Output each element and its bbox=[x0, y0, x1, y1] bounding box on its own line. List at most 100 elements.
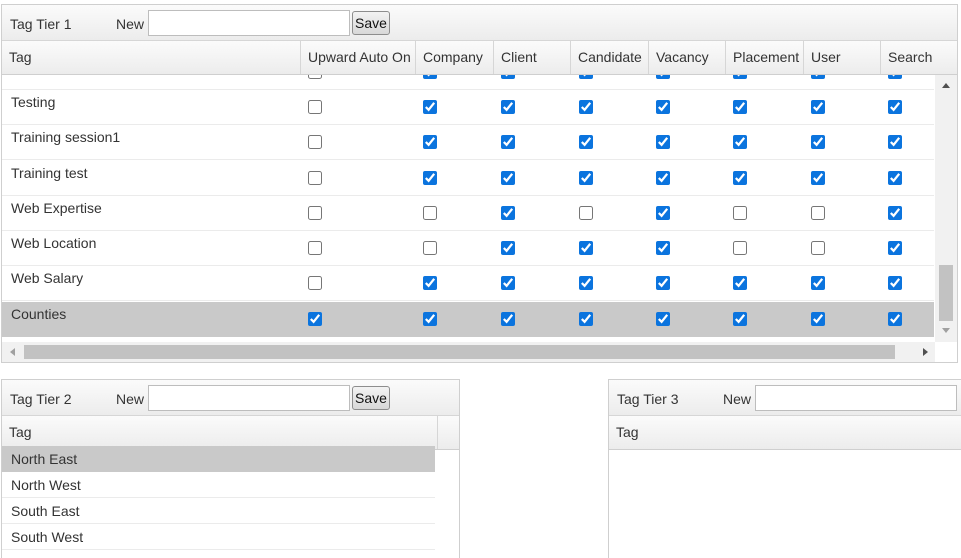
placement-checkbox[interactable] bbox=[733, 135, 747, 149]
tier3-col-header-tag[interactable]: Tag bbox=[609, 416, 961, 449]
tier1-table-row[interactable]: Training test bbox=[2, 161, 934, 196]
vacancy-checkbox[interactable] bbox=[656, 135, 670, 149]
candidate-checkbox[interactable] bbox=[579, 241, 593, 255]
company-checkbox[interactable] bbox=[423, 276, 437, 290]
tier1-table-row[interactable]: Web Location bbox=[2, 231, 934, 266]
search-checkbox[interactable] bbox=[888, 312, 902, 326]
tier1-table-row[interactable]: Test Training bbox=[2, 75, 934, 90]
company-checkbox[interactable] bbox=[423, 241, 437, 255]
upward-auto-on-checkbox[interactable] bbox=[308, 75, 322, 79]
tier1-table-row[interactable]: Testing bbox=[2, 90, 934, 125]
client-checkbox[interactable] bbox=[501, 171, 515, 185]
vacancy-checkbox[interactable] bbox=[656, 276, 670, 290]
upward-auto-on-checkbox[interactable] bbox=[308, 312, 322, 326]
vacancy-checkbox[interactable] bbox=[656, 241, 670, 255]
scroll-up-arrow-icon[interactable] bbox=[942, 83, 950, 88]
tier1-new-input[interactable] bbox=[148, 10, 350, 36]
user-checkbox[interactable] bbox=[811, 276, 825, 290]
col-header-client[interactable]: Client bbox=[494, 41, 571, 74]
company-checkbox[interactable] bbox=[423, 171, 437, 185]
placement-checkbox[interactable] bbox=[733, 276, 747, 290]
vacancy-checkbox[interactable] bbox=[656, 171, 670, 185]
upward-auto-on-checkbox[interactable] bbox=[308, 171, 322, 185]
upward-auto-on-checkbox[interactable] bbox=[308, 100, 322, 114]
col-header-vacancy[interactable]: Vacancy bbox=[649, 41, 726, 74]
col-header-tag[interactable]: Tag bbox=[2, 41, 301, 74]
user-checkbox[interactable] bbox=[811, 312, 825, 326]
tier1-horizontal-scrollbar[interactable] bbox=[2, 342, 935, 362]
col-header-user[interactable]: User bbox=[804, 41, 881, 74]
placement-checkbox[interactable] bbox=[733, 100, 747, 114]
user-checkbox[interactable] bbox=[811, 241, 825, 255]
tier2-new-input[interactable] bbox=[148, 385, 350, 411]
scroll-left-arrow-icon[interactable] bbox=[10, 348, 15, 356]
candidate-checkbox[interactable] bbox=[579, 276, 593, 290]
search-checkbox[interactable] bbox=[888, 135, 902, 149]
tier2-list-item[interactable]: North West bbox=[2, 472, 435, 498]
search-checkbox[interactable] bbox=[888, 206, 902, 220]
vacancy-checkbox[interactable] bbox=[656, 206, 670, 220]
company-checkbox[interactable] bbox=[423, 135, 437, 149]
placement-checkbox[interactable] bbox=[733, 312, 747, 326]
scroll-down-arrow-icon[interactable] bbox=[942, 328, 950, 333]
search-checkbox[interactable] bbox=[888, 100, 902, 114]
user-checkbox[interactable] bbox=[811, 100, 825, 114]
vacancy-checkbox[interactable] bbox=[656, 100, 670, 114]
client-checkbox[interactable] bbox=[501, 100, 515, 114]
tier2-list-item[interactable]: South East bbox=[2, 498, 435, 524]
company-checkbox[interactable] bbox=[423, 100, 437, 114]
tier1-vertical-scroll-thumb[interactable] bbox=[939, 265, 953, 321]
user-checkbox[interactable] bbox=[811, 135, 825, 149]
candidate-checkbox[interactable] bbox=[579, 206, 593, 220]
candidate-checkbox[interactable] bbox=[579, 135, 593, 149]
search-checkbox[interactable] bbox=[888, 75, 902, 79]
client-checkbox[interactable] bbox=[501, 135, 515, 149]
client-checkbox[interactable] bbox=[501, 276, 515, 290]
col-header-search[interactable]: Search bbox=[881, 41, 957, 74]
placement-checkbox[interactable] bbox=[733, 75, 747, 79]
vacancy-checkbox[interactable] bbox=[656, 312, 670, 326]
company-checkbox[interactable] bbox=[423, 206, 437, 220]
tier1-table-row[interactable]: Counties bbox=[2, 302, 934, 337]
tier1-table-row[interactable]: Web Expertise bbox=[2, 196, 934, 231]
search-checkbox[interactable] bbox=[888, 171, 902, 185]
candidate-checkbox[interactable] bbox=[579, 100, 593, 114]
upward-auto-on-checkbox[interactable] bbox=[308, 135, 322, 149]
tier1-table-row[interactable]: Training session1 bbox=[2, 125, 934, 160]
placement-checkbox[interactable] bbox=[733, 171, 747, 185]
tier1-table-row[interactable]: Web Salary bbox=[2, 266, 934, 301]
search-checkbox[interactable] bbox=[888, 276, 902, 290]
upward-auto-on-checkbox[interactable] bbox=[308, 206, 322, 220]
tier1-horizontal-scroll-thumb[interactable] bbox=[24, 345, 895, 359]
placement-checkbox[interactable] bbox=[733, 241, 747, 255]
user-checkbox[interactable] bbox=[811, 171, 825, 185]
client-checkbox[interactable] bbox=[501, 312, 515, 326]
vacancy-checkbox[interactable] bbox=[656, 75, 670, 79]
placement-checkbox[interactable] bbox=[733, 206, 747, 220]
tier1-vertical-scrollbar[interactable] bbox=[935, 75, 957, 342]
tier2-list-item[interactable]: North East bbox=[2, 446, 435, 472]
user-checkbox[interactable] bbox=[811, 206, 825, 220]
tier2-list-item[interactable]: South West bbox=[2, 524, 435, 550]
col-header-upward-auto-on[interactable]: Upward Auto On bbox=[301, 41, 416, 74]
upward-auto-on-checkbox[interactable] bbox=[308, 241, 322, 255]
company-checkbox[interactable] bbox=[423, 75, 437, 79]
user-checkbox[interactable] bbox=[811, 75, 825, 79]
tier1-save-button[interactable]: Save bbox=[352, 11, 390, 35]
col-header-candidate[interactable]: Candidate bbox=[571, 41, 649, 74]
search-checkbox[interactable] bbox=[888, 241, 902, 255]
col-header-company[interactable]: Company bbox=[416, 41, 494, 74]
tier2-save-button[interactable]: Save bbox=[352, 386, 390, 410]
company-checkbox[interactable] bbox=[423, 312, 437, 326]
tier2-col-header-tag[interactable]: Tag bbox=[2, 416, 438, 449]
client-checkbox[interactable] bbox=[501, 75, 515, 79]
scroll-right-arrow-icon[interactable] bbox=[923, 348, 928, 356]
upward-auto-on-checkbox[interactable] bbox=[308, 276, 322, 290]
col-header-placement[interactable]: Placement bbox=[726, 41, 804, 74]
candidate-checkbox[interactable] bbox=[579, 75, 593, 79]
client-checkbox[interactable] bbox=[501, 241, 515, 255]
tier3-new-input[interactable] bbox=[755, 385, 957, 411]
candidate-checkbox[interactable] bbox=[579, 312, 593, 326]
client-checkbox[interactable] bbox=[501, 206, 515, 220]
candidate-checkbox[interactable] bbox=[579, 171, 593, 185]
